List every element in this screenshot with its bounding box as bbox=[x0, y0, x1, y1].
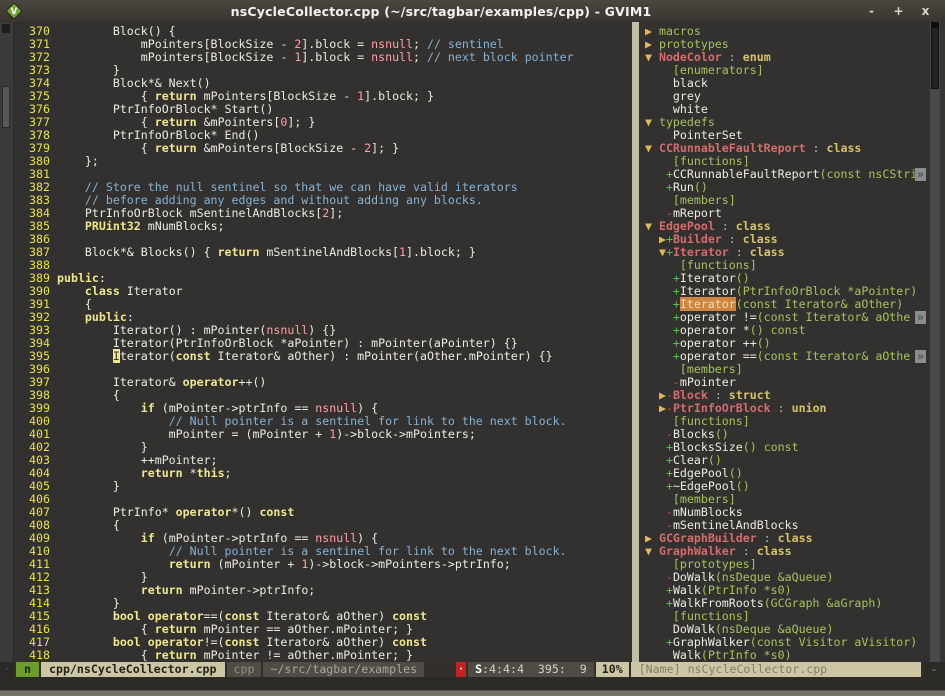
titlebar: V nsCycleCollector.cpp (~/src/tagbar/exa… bbox=[0, 0, 945, 22]
code-line[interactable]: 395 Iterator(const Iterator& aOther) : m… bbox=[14, 350, 632, 363]
left-scrollbar-thumb[interactable] bbox=[2, 86, 10, 128]
svg-text:V: V bbox=[11, 7, 18, 17]
close-button[interactable]: x bbox=[912, 4, 939, 18]
tagbar-scrollbar-thumb[interactable] bbox=[931, 27, 939, 89]
vertical-split-handle[interactable] bbox=[632, 22, 639, 662]
window-controls: - + x bbox=[858, 4, 939, 18]
truncation-marker: » bbox=[915, 168, 926, 181]
code-line[interactable]: 385 PRUint32 mNumBlocks; bbox=[14, 220, 632, 233]
tagbar-row[interactable]: Walk(PtrInfo *s0) bbox=[645, 649, 930, 662]
tagbar-rows: ▶ macros▶ prototypes▼ NodeColor : enum [… bbox=[639, 22, 930, 662]
code-line[interactable]: 379 { return &mPointers[BlockSize - 2]; … bbox=[14, 142, 632, 155]
current-file-segment[interactable]: cpp/nsCycleCollector.cpp bbox=[41, 662, 225, 677]
tagbar-scrollbar[interactable] bbox=[930, 22, 940, 662]
vim-logo-icon: V bbox=[4, 3, 24, 19]
buffer-name-segment: [Name] nsCycleCollector.cpp bbox=[631, 662, 921, 677]
window-frame-edge bbox=[940, 22, 945, 662]
left-scrollbar[interactable] bbox=[0, 22, 14, 662]
mode-indicator: n bbox=[16, 662, 39, 677]
gvim-window: V nsCycleCollector.cpp (~/src/tagbar/exa… bbox=[0, 0, 945, 696]
left-scrollbar-top-cap bbox=[2, 24, 10, 33]
code-line[interactable]: 405 } bbox=[14, 480, 632, 493]
command-line[interactable] bbox=[0, 677, 945, 690]
code-area[interactable]: 370 Block() {371 mPointers[BlockSize - 2… bbox=[14, 22, 632, 662]
statusline-corner: - bbox=[0, 662, 14, 677]
truncation-marker: » bbox=[915, 311, 926, 324]
modified-flag-badge: · bbox=[456, 662, 466, 677]
truncation-marker: » bbox=[915, 350, 926, 363]
code-line[interactable]: 387 Block*& Blocks() { return mSentinelA… bbox=[14, 246, 632, 259]
cursor-position-segment: S:4:4:4 395: 9 bbox=[468, 662, 594, 677]
statusline: - n cpp/nsCycleCollector.cpp cpp ~/src/t… bbox=[0, 662, 945, 677]
position-label: S bbox=[475, 662, 482, 676]
filetype-segment: cpp bbox=[227, 662, 262, 677]
maximize-button[interactable]: + bbox=[885, 4, 912, 18]
line-number: 418 bbox=[14, 649, 50, 662]
code-line[interactable]: 418 { return mPointer != aOther.mPointer… bbox=[14, 649, 632, 662]
statusline-fill bbox=[426, 662, 454, 677]
code-line[interactable]: 388 bbox=[14, 259, 632, 272]
window-bottom-edge bbox=[0, 690, 945, 696]
statusline-end: - bbox=[923, 662, 945, 677]
code-line[interactable]: 390 class Iterator bbox=[14, 285, 632, 298]
code-line[interactable]: 380 }; bbox=[14, 155, 632, 168]
editor-main: 370 Block() {371 mPointers[BlockSize - 2… bbox=[0, 22, 945, 662]
window-title: nsCycleCollector.cpp (~/src/tagbar/examp… bbox=[24, 4, 858, 19]
scroll-percent: 10% bbox=[596, 662, 629, 677]
minimize-button[interactable]: - bbox=[858, 4, 885, 18]
position-value: :4:4:4 395: 9 bbox=[482, 662, 587, 676]
working-directory-segment: ~/src/tagbar/examples bbox=[263, 662, 424, 677]
